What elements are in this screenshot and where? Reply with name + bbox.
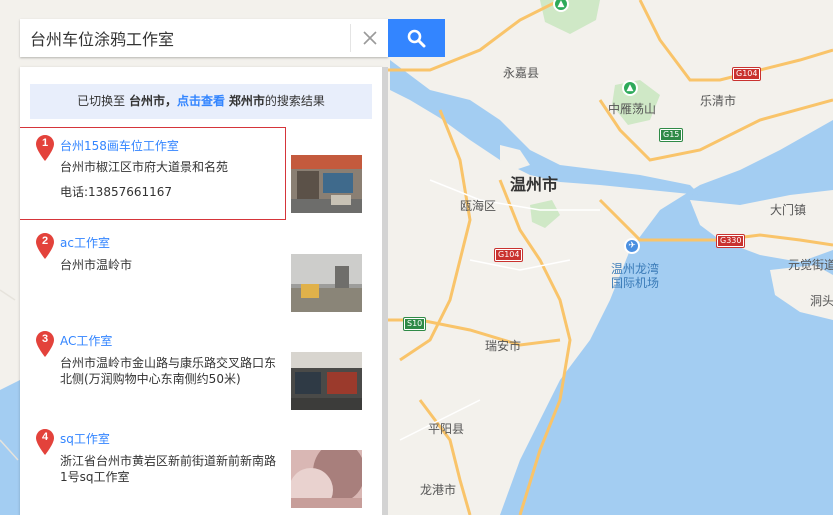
search-button[interactable] (388, 19, 445, 57)
map-label-yueqing: 乐清市 (700, 94, 737, 108)
map-label-pingyang: 平阳县 (428, 422, 465, 436)
road-shield-g15: G15 (658, 128, 684, 142)
result-item-4[interactable]: 4 sq工作室 浙江省台州市黄岩区新前街道新前新南路1号sq工作室 (20, 427, 382, 515)
result-address: 浙江省台州市黄岩区新前街道新前新南路1号sq工作室 (60, 454, 277, 484)
result-thumbnail-photo[interactable] (291, 155, 362, 213)
map-label-airport-2: 国际机场 (611, 276, 660, 290)
map-label-yuanjue: 元觉街道 (788, 258, 833, 272)
result-item-1[interactable]: 1 台州158画车位工作室 台州市椒江区市府大道景和名苑 电话:13857661… (20, 127, 382, 220)
results-scrollbar[interactable] (382, 67, 388, 515)
result-item-3[interactable]: 3 AC工作室 台州市温岭市金山路与康乐路交叉路口东北侧(万润购物中心东南侧约5… (20, 325, 382, 417)
map-label-airport-1: 温州龙湾 (611, 262, 660, 276)
result-thumbnail-photo[interactable] (291, 254, 362, 312)
result-address: 台州市椒江区市府大道景和名苑 (60, 160, 229, 174)
notice-other-city: 郑州市 (228, 94, 265, 108)
marker-number: 1 (41, 137, 49, 149)
result-title[interactable]: 台州158画车位工作室 (60, 137, 179, 154)
result-item-2[interactable]: 2 ac工作室 台州市温岭市 (20, 227, 382, 315)
marker-pin-icon: 1 (36, 135, 54, 161)
results-panel: 已切换至 台州市，点击查看 郑州市的搜索结果 1 台州158画车位工作室 台州市… (20, 67, 382, 515)
result-address: 台州市温岭市 (60, 258, 133, 272)
marker-number: 2 (41, 235, 49, 247)
road-shield-s10: S10 (402, 317, 427, 331)
search-bar (20, 19, 445, 57)
map-label-wenzhou: 温州市 (510, 175, 559, 194)
scenic-poi-icon[interactable]: ▲ (622, 80, 638, 96)
map-label-ruian: 瑞安市 (485, 339, 522, 353)
map-label-yongjia: 永嘉县 (503, 66, 540, 80)
result-address: 台州市温岭市金山路与康乐路交叉路口东北侧(万润购物中心东南侧约50米) (60, 356, 277, 386)
notice-separator: ， (164, 94, 177, 108)
result-title[interactable]: sq工作室 (60, 430, 110, 447)
search-input[interactable] (30, 26, 348, 50)
marker-pin-icon: 4 (36, 429, 54, 455)
marker-pin-icon: 3 (36, 331, 54, 357)
map-label-ouhai: 瓯海区 (460, 199, 497, 213)
map-label-damen: 大门镇 (770, 203, 807, 217)
notice-prefix: 已切换至 (77, 94, 126, 108)
marker-pin-icon: 2 (36, 233, 54, 259)
road-shield-g104-mid: G104 (493, 248, 524, 262)
clear-search-button[interactable] (350, 24, 388, 52)
search-icon (407, 29, 426, 48)
result-thumbnail-photo[interactable] (291, 352, 362, 410)
map-label-longgang: 龙港市 (420, 483, 457, 497)
notice-suffix: 的搜索结果 (264, 94, 325, 108)
road-shield-g104-top: G104 (731, 67, 762, 81)
road-shield-g330: G330 (715, 234, 746, 248)
search-box (20, 19, 388, 57)
notice-switch-link[interactable]: 点击查看 (177, 94, 225, 108)
notice-current-city: 台州市 (128, 94, 165, 108)
result-title[interactable]: ac工作室 (60, 234, 110, 251)
result-title[interactable]: AC工作室 (60, 332, 112, 349)
airport-icon[interactable]: ✈ (624, 238, 640, 254)
marker-number: 3 (41, 333, 49, 345)
result-phone: 电话:13857661167 (60, 185, 173, 199)
map-label-dongtou: 洞头 (810, 294, 833, 308)
result-thumbnail-photo[interactable] (291, 450, 362, 508)
city-switch-notice: 已切换至 台州市，点击查看 郑州市的搜索结果 (30, 84, 372, 119)
map-label-yandang: 中雁荡山 (608, 102, 657, 116)
marker-number: 4 (41, 431, 49, 443)
close-icon (363, 31, 377, 45)
